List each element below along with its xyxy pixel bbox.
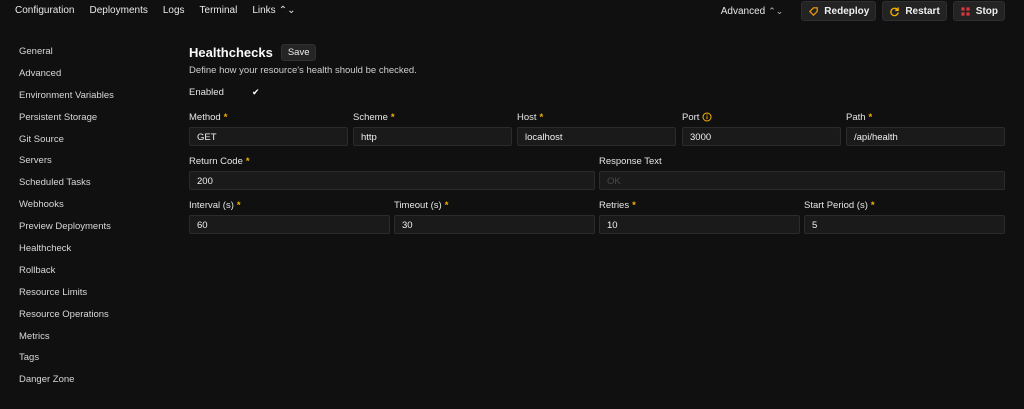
retries-field: Retries * 10 — [599, 199, 800, 234]
check-icon: ✔ — [252, 87, 260, 97]
sidebar-item-metrics[interactable]: Metrics — [19, 331, 114, 353]
enabled-row: Enabled ✔ — [189, 87, 261, 98]
nav-logs[interactable]: Logs — [163, 5, 185, 16]
top-nav: Configuration Deployments Logs Terminal … — [15, 5, 295, 16]
restart-button[interactable]: Restart — [882, 1, 947, 21]
top-actions: Advanced ⌃⌄ Redeploy Restart Stop — [721, 1, 1005, 21]
advanced-dropdown[interactable]: Advanced ⌃⌄ — [721, 6, 784, 17]
sidebar-item-scheduled-tasks[interactable]: Scheduled Tasks — [19, 177, 114, 199]
chevron-updown-icon: ⌃⌄ — [768, 5, 784, 16]
interval-label: Interval (s) — [189, 199, 234, 211]
interval-field: Interval (s) * 60 — [189, 199, 390, 234]
sidebar-item-rollback[interactable]: Rollback — [19, 265, 114, 287]
nav-terminal[interactable]: Terminal — [200, 5, 238, 16]
sidebar-item-danger-zone[interactable]: Danger Zone — [19, 374, 114, 396]
stop-icon — [961, 6, 970, 16]
enabled-checkbox[interactable]: ✔ — [252, 88, 261, 97]
sidebar-item-servers[interactable]: Servers — [19, 155, 114, 177]
response-text-label: Response Text — [599, 155, 662, 167]
required-icon: * — [223, 111, 228, 123]
stop-label: Stop — [975, 5, 998, 17]
path-input[interactable]: /api/health — [846, 127, 1005, 146]
sidebar-item-preview-deployments[interactable]: Preview Deployments — [19, 221, 114, 243]
restart-icon — [890, 6, 900, 16]
sidebar-item-git-source[interactable]: Git Source — [19, 134, 114, 156]
sidebar-item-persistent-storage[interactable]: Persistent Storage — [19, 112, 114, 134]
save-button[interactable]: Save — [280, 44, 317, 61]
redeploy-icon — [809, 6, 819, 16]
timeout-input[interactable]: 30 — [394, 215, 595, 234]
return-code-field: Return Code * 200 — [189, 155, 595, 190]
required-icon: * — [390, 111, 395, 123]
enabled-label: Enabled — [189, 87, 224, 98]
redeploy-button[interactable]: Redeploy — [801, 1, 877, 21]
method-field: Method * GET — [189, 111, 348, 146]
port-field: Port 3000 — [682, 111, 841, 146]
response-text-input[interactable]: OK — [599, 171, 1005, 190]
scheme-input[interactable]: http — [353, 127, 512, 146]
sidebar-item-general[interactable]: General — [19, 46, 114, 68]
chevron-updown-icon: ⌃⌄ — [278, 5, 296, 16]
sidebar: General Advanced Environment Variables P… — [19, 46, 114, 396]
host-input[interactable]: localhost — [517, 127, 676, 146]
top-bar: Configuration Deployments Logs Terminal … — [0, 0, 1024, 22]
redeploy-label: Redeploy — [824, 5, 870, 17]
host-label: Host — [517, 111, 537, 123]
method-input[interactable]: GET — [189, 127, 348, 146]
start-period-input[interactable]: 5 — [804, 215, 1005, 234]
start-period-label: Start Period (s) — [804, 199, 868, 211]
scheme-label: Scheme — [353, 111, 388, 123]
timeout-label: Timeout (s) — [394, 199, 442, 211]
section-description: Define how your resource's health should… — [189, 65, 417, 76]
response-text-field: Response Text OK — [599, 155, 1005, 190]
interval-input[interactable]: 60 — [189, 215, 390, 234]
sidebar-item-healthcheck[interactable]: Healthcheck — [19, 243, 114, 265]
required-icon: * — [870, 199, 875, 211]
stop-button[interactable]: Stop — [952, 1, 1005, 21]
page-title: Healthchecks — [189, 45, 273, 60]
section-header: Healthchecks Save — [189, 44, 1005, 61]
nav-links[interactable]: Links ⌃⌄ — [252, 5, 295, 16]
sidebar-item-environment-variables[interactable]: Environment Variables — [19, 90, 114, 112]
advanced-label: Advanced — [720, 5, 766, 17]
main-content: Healthchecks Save Define how your resour… — [189, 44, 1005, 234]
start-period-field: Start Period (s) * 5 — [804, 199, 1005, 234]
return-code-input[interactable]: 200 — [189, 171, 595, 190]
return-code-label: Return Code — [189, 155, 243, 167]
restart-label: Restart — [905, 5, 940, 17]
nav-deployments[interactable]: Deployments — [89, 5, 147, 16]
path-label: Path — [846, 111, 866, 123]
required-icon: * — [539, 111, 544, 123]
retries-label: Retries — [599, 199, 630, 211]
port-label: Port — [682, 111, 700, 123]
sidebar-item-tags[interactable]: Tags — [19, 352, 114, 374]
host-field: Host * localhost — [517, 111, 676, 146]
sidebar-item-webhooks[interactable]: Webhooks — [19, 199, 114, 221]
required-icon: * — [632, 199, 636, 211]
retries-input[interactable]: 10 — [599, 215, 800, 234]
required-icon: * — [444, 199, 449, 211]
nav-links-label: Links — [252, 5, 276, 16]
required-icon: * — [245, 155, 250, 167]
path-field: Path * /api/health — [846, 111, 1005, 146]
port-input[interactable]: 3000 — [682, 127, 841, 146]
scheme-field: Scheme * http — [353, 111, 512, 146]
timeout-field: Timeout (s) * 30 — [394, 199, 595, 234]
nav-configuration[interactable]: Configuration — [15, 5, 74, 16]
sidebar-item-resource-limits[interactable]: Resource Limits — [19, 287, 114, 309]
sidebar-item-advanced[interactable]: Advanced — [19, 68, 114, 90]
method-label: Method — [189, 111, 221, 123]
required-icon: * — [236, 199, 241, 211]
required-icon: * — [868, 111, 873, 123]
info-icon[interactable] — [702, 112, 712, 122]
sidebar-item-resource-operations[interactable]: Resource Operations — [19, 309, 114, 331]
